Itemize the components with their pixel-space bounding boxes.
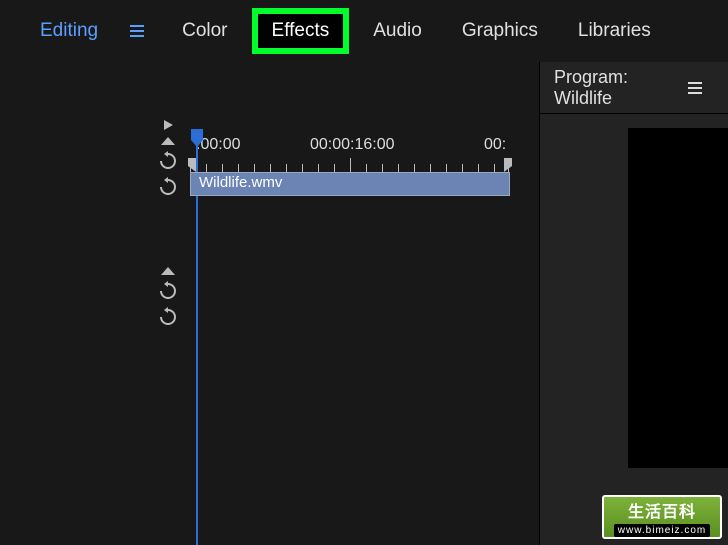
program-panel: Program: Wildlife bbox=[540, 62, 728, 545]
reset-track-icon[interactable] bbox=[157, 176, 179, 198]
tab-audio[interactable]: Audio bbox=[353, 6, 442, 56]
panel-menu-icon[interactable] bbox=[118, 22, 156, 40]
collapse-track-icon[interactable] bbox=[160, 266, 176, 276]
panel-menu-icon[interactable] bbox=[676, 79, 714, 97]
tab-color[interactable]: Color bbox=[162, 6, 247, 56]
workspace-tabs: Editing Color Effects Audio Graphics Lib… bbox=[0, 0, 728, 62]
reset-track-icon[interactable] bbox=[157, 150, 179, 172]
watermark-url: www.bimeiz.com bbox=[614, 524, 710, 537]
ruler-timecode: 00:00:16:00 bbox=[310, 136, 395, 154]
content-area: :00:00 00:00:16:00 00: bbox=[0, 62, 728, 545]
reset-track-icon[interactable] bbox=[157, 280, 179, 302]
reset-track-icon[interactable] bbox=[157, 306, 179, 328]
video-clip[interactable]: Wildlife.wmv bbox=[190, 172, 510, 196]
monitor-canvas[interactable] bbox=[628, 128, 728, 468]
ruler-timecode: 00: bbox=[484, 136, 506, 154]
tab-graphics[interactable]: Graphics bbox=[442, 6, 558, 56]
tab-effects[interactable]: Effects bbox=[252, 8, 350, 54]
timeline-panel: :00:00 00:00:16:00 00: bbox=[0, 62, 540, 545]
play-icon[interactable] bbox=[161, 118, 175, 132]
tab-editing[interactable]: Editing bbox=[20, 6, 118, 56]
clip-label: Wildlife.wmv bbox=[199, 174, 282, 191]
program-panel-header: Program: Wildlife bbox=[540, 62, 728, 114]
watermark-badge: 生活百科 www.bimeiz.com bbox=[602, 495, 722, 539]
work-area-end-icon[interactable] bbox=[502, 158, 512, 172]
collapse-track-icon[interactable] bbox=[160, 136, 176, 146]
playhead-handle[interactable] bbox=[190, 128, 204, 148]
time-ruler[interactable]: :00:00 00:00:16:00 00: bbox=[190, 136, 509, 172]
tab-libraries[interactable]: Libraries bbox=[558, 6, 671, 56]
watermark-title: 生活百科 bbox=[628, 498, 696, 522]
ruler-ticks bbox=[190, 158, 509, 172]
program-monitor bbox=[540, 114, 728, 545]
track-controls bbox=[148, 118, 188, 328]
program-title: Program: Wildlife bbox=[554, 67, 662, 109]
